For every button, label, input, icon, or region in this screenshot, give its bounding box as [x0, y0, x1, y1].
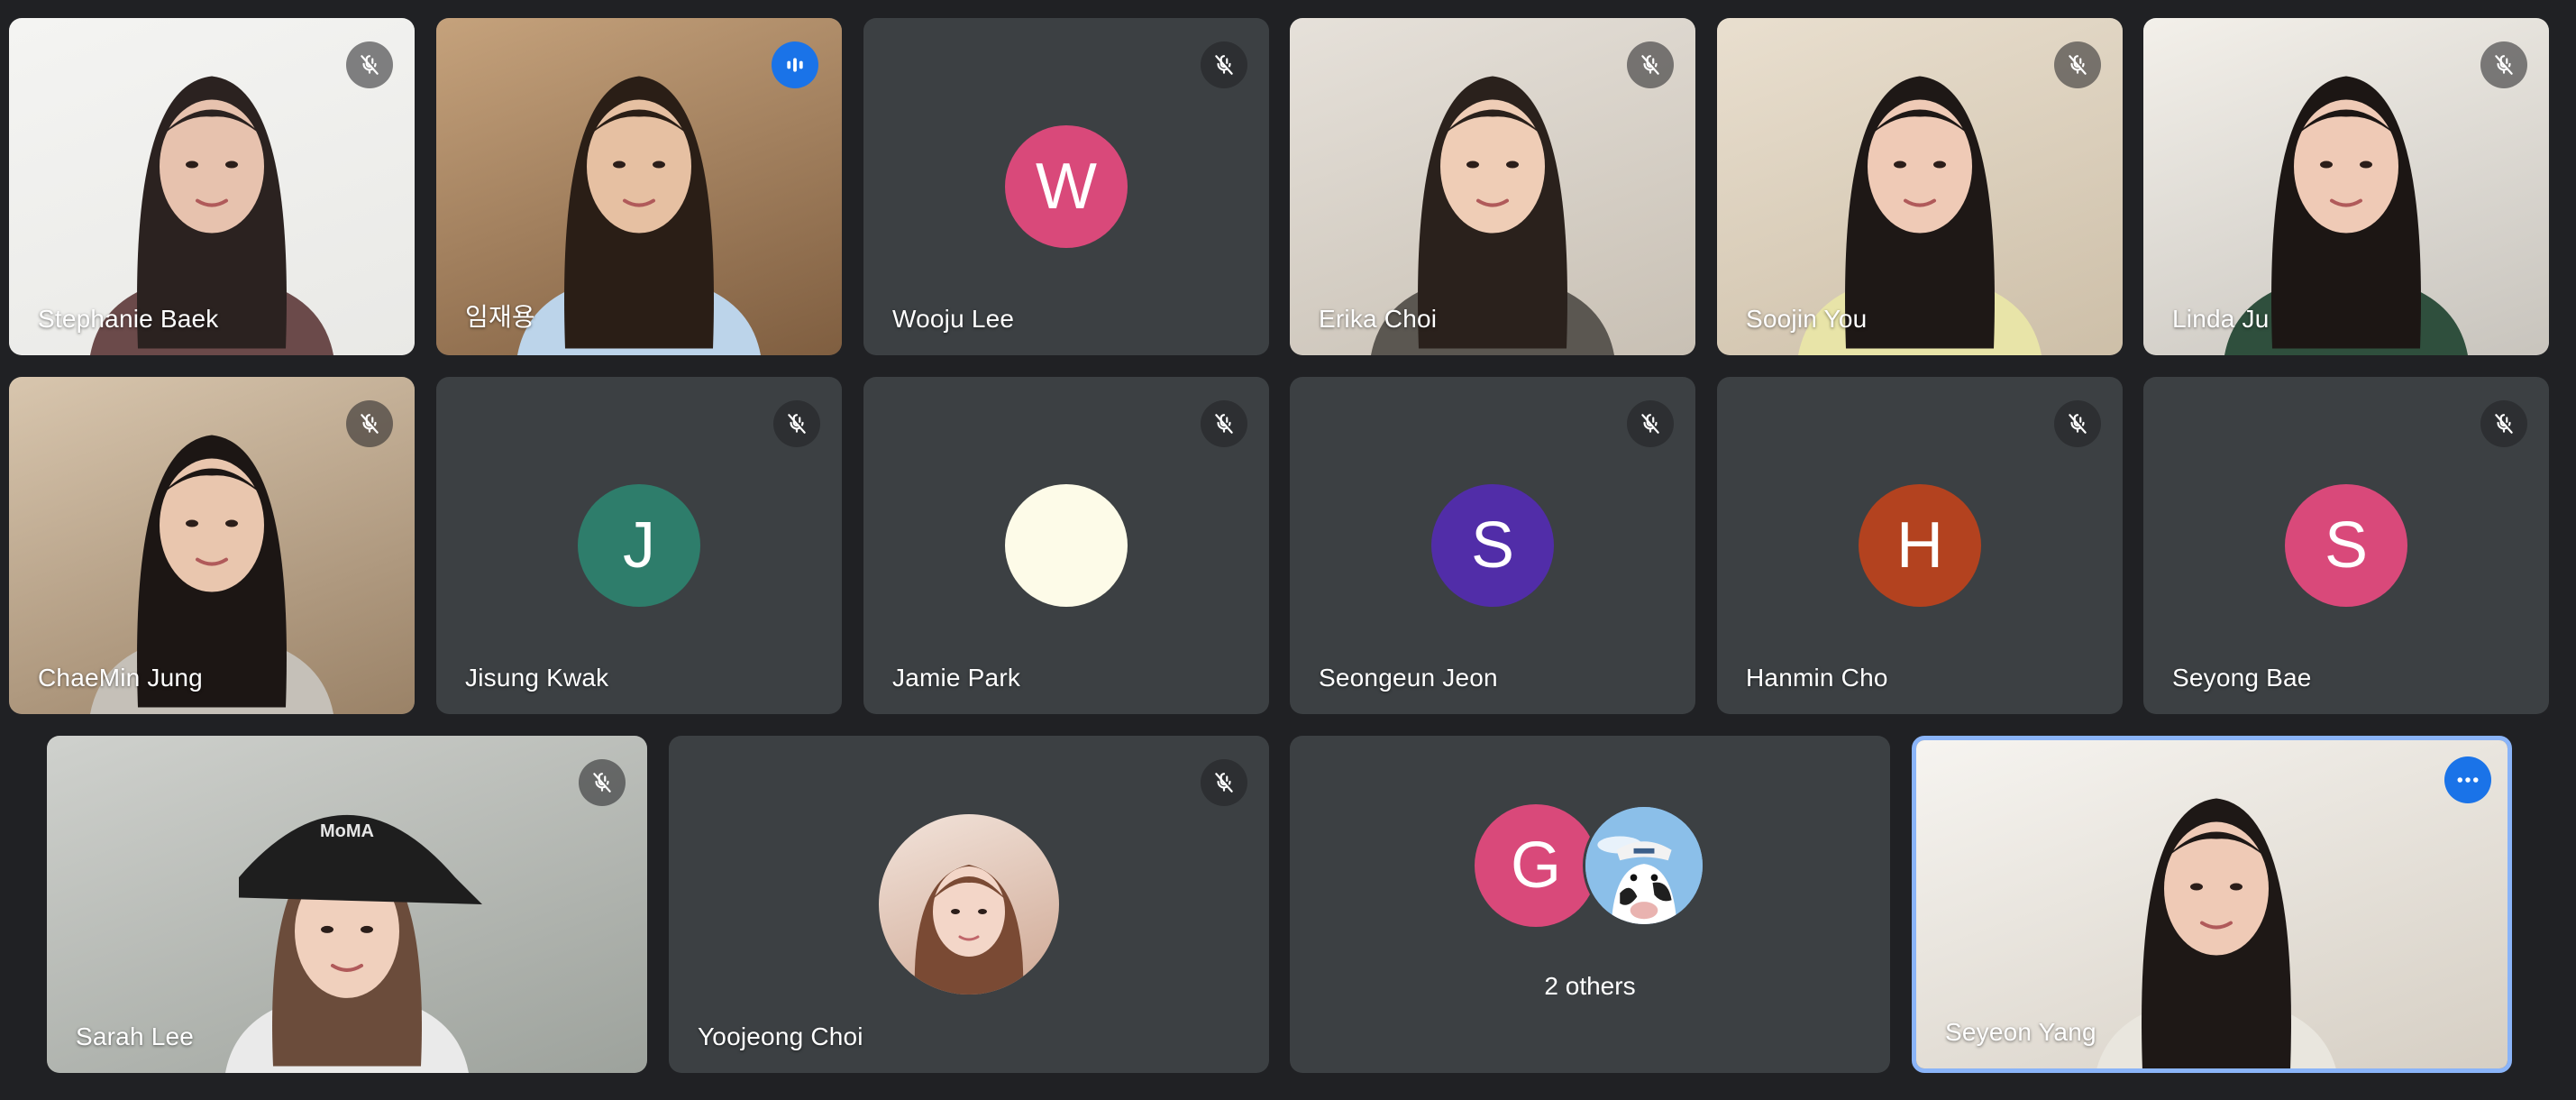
participant-tile[interactable]: W Wooju Lee — [863, 18, 1269, 355]
participant-tile[interactable]: Soojin You — [1717, 18, 2123, 355]
participant-name: 임재용 — [465, 303, 535, 331]
participant-avatar: S — [1431, 484, 1554, 607]
more-options-icon[interactable] — [2444, 756, 2491, 803]
participant-name: Wooju Lee — [892, 305, 1015, 333]
avatar-initial: J — [623, 509, 655, 582]
participant-photo-avatar — [879, 814, 1059, 995]
participant-name: Seongeun Jeon — [1319, 664, 1498, 692]
participant-name: Sarah Lee — [76, 1022, 195, 1050]
participant-tile[interactable]: MoMA Sarah Lee — [47, 736, 647, 1073]
participant-name: Stephanie Baek — [38, 305, 219, 333]
participant-name: Hanmin Cho — [1746, 664, 1888, 692]
mic-off-icon — [773, 400, 820, 447]
participant-name: Jisung Kwak — [465, 664, 609, 692]
mic-off-icon — [1201, 400, 1247, 447]
participant-avatar: H — [1859, 484, 1981, 607]
participant-tile[interactable]: Stephanie Baek — [9, 18, 415, 355]
avatar-initial: H — [1896, 509, 1943, 582]
mic-off-icon — [1201, 759, 1247, 806]
others-count-label: 2 others — [1544, 972, 1636, 1000]
mic-off-icon — [346, 41, 393, 88]
avatar-initial: S — [1470, 509, 1515, 582]
cap-logo-text: MoMA — [320, 821, 374, 841]
participant-avatar: J — [578, 484, 700, 607]
audio-level-icon — [772, 41, 818, 88]
avatar-initial: S — [2324, 509, 2369, 582]
mic-off-icon — [1627, 41, 1674, 88]
mic-off-icon — [2480, 41, 2527, 88]
avatar-initial: W — [1036, 151, 1097, 223]
participant-tile[interactable]: J Jisung Kwak — [436, 377, 842, 714]
mic-off-icon — [2054, 41, 2101, 88]
participant-name: Linda Ju — [2172, 305, 2270, 333]
mic-off-icon — [2480, 400, 2527, 447]
mic-off-icon — [346, 400, 393, 447]
participant-tile[interactable]: 임재용 — [436, 18, 842, 355]
participant-tile[interactable]: Yoojeong Choi — [669, 736, 1269, 1073]
participant-tile[interactable]: S Seyong Bae — [2143, 377, 2549, 714]
participant-avatar — [1005, 484, 1128, 607]
others-avatar-photo — [1583, 804, 1705, 927]
others-avatar-group: G — [1475, 804, 1705, 927]
mic-off-icon — [1201, 41, 1247, 88]
participant-name: Seyeon Yang — [1945, 1018, 2096, 1046]
participant-name: Jamie Park — [892, 664, 1021, 692]
others-avatar-letter: G — [1510, 830, 1561, 902]
mic-off-icon — [2054, 400, 2101, 447]
participant-avatar: W — [1005, 125, 1128, 248]
participant-tile[interactable]: S Seongeun Jeon — [1290, 377, 1695, 714]
participant-tile[interactable]: H Hanmin Cho — [1717, 377, 2123, 714]
participant-name: Erika Choi — [1319, 305, 1438, 333]
participant-name: Soojin You — [1746, 305, 1868, 333]
participant-tile[interactable]: Jamie Park — [863, 377, 1269, 714]
participant-name: ChaeMin Jung — [38, 664, 203, 692]
participant-name: Yoojeong Choi — [698, 1022, 863, 1050]
participant-avatar: S — [2285, 484, 2407, 607]
others-avatar-initial: G — [1475, 804, 1597, 927]
cow-photo-icon — [1585, 807, 1703, 924]
participant-tile[interactable]: Erika Choi — [1290, 18, 1695, 355]
participant-tile[interactable]: ChaeMin Jung — [9, 377, 415, 714]
participant-tile-self[interactable]: Seyeon Yang — [1912, 736, 2512, 1073]
participant-name: Seyong Bae — [2172, 664, 2312, 692]
others-tile[interactable]: G 2 others — [1290, 736, 1890, 1073]
mic-off-icon — [1627, 400, 1674, 447]
mic-off-icon — [579, 759, 626, 806]
participant-tile[interactable]: Linda Ju — [2143, 18, 2549, 355]
